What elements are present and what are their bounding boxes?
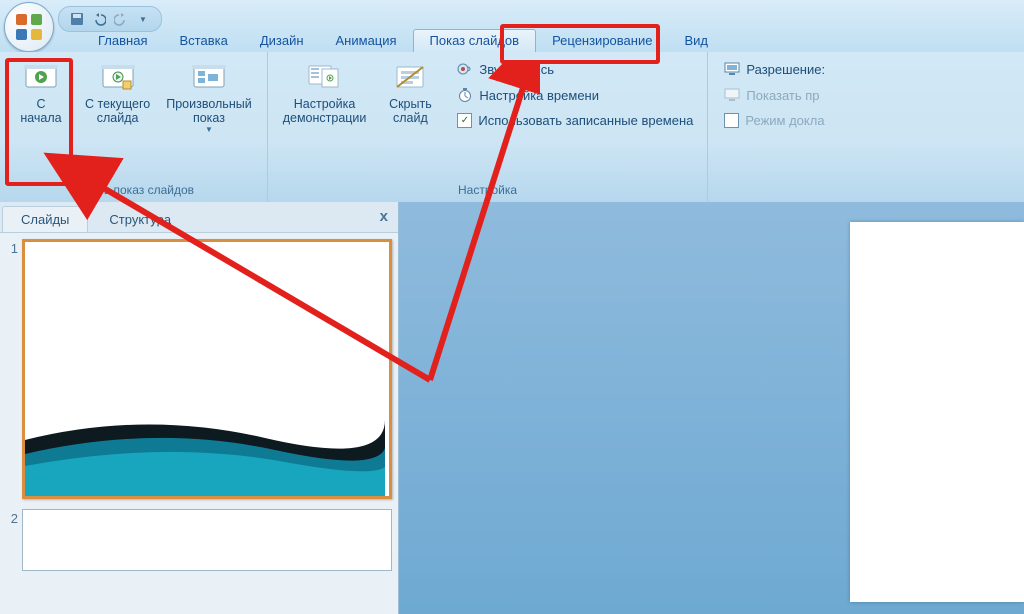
resolution-label: Разрешение: [746, 62, 825, 77]
group-setup-label: Настройка [276, 181, 700, 200]
current-slide[interactable] [850, 222, 1024, 602]
rehearse-label: Настройка времени [479, 88, 599, 103]
record-icon [457, 61, 473, 77]
checkbox-icon: ✓ [457, 113, 472, 128]
thumb-number: 1 [2, 239, 18, 499]
presenter-view-label: Режим докла [745, 113, 824, 128]
thumb-preview [22, 239, 392, 499]
office-button[interactable] [4, 2, 54, 52]
from-beginning-button[interactable]: С начала [6, 56, 76, 181]
tab-animation[interactable]: Анимация [320, 30, 413, 52]
slide-panel: Слайды Структура x 1 2 [0, 202, 399, 614]
thumbnail-2[interactable]: 2 [2, 509, 392, 571]
tab-review[interactable]: Рецензирование [536, 30, 668, 52]
office-logo-icon [13, 11, 45, 43]
tab-design[interactable]: Дизайн [244, 30, 320, 52]
from-current-label: С текущего слайда [85, 97, 150, 125]
titlebar: ▼ Главная Вставка Дизайн Анимация Показ … [0, 0, 1024, 52]
ribbon-tabs: Главная Вставка Дизайн Анимация Показ сл… [82, 30, 724, 52]
use-timings-checkbox[interactable]: ✓ Использовать записанные времена [453, 110, 697, 131]
setup-icon [308, 61, 342, 95]
workspace: Слайды Структура x 1 2 [0, 202, 1024, 614]
thumb-preview [22, 509, 392, 571]
show-on-label: Показать пр [746, 88, 819, 103]
from-current-icon [101, 61, 135, 95]
tab-view[interactable]: Вид [668, 30, 724, 52]
qat-customize-icon[interactable]: ▼ [133, 9, 153, 29]
slide-artwork [25, 410, 385, 496]
clock-icon [457, 87, 473, 103]
monitor2-icon [724, 87, 740, 103]
monitor-icon [724, 61, 740, 77]
panel-close-button[interactable]: x [380, 208, 388, 225]
ribbon-group-setup: Настройка демонстрации Скрыть слайд Звук… [268, 52, 709, 202]
ribbon-group-start: С начала С текущего слайда Произвольный … [0, 52, 268, 202]
panel-tabs: Слайды Структура x [0, 202, 398, 233]
editor-stage[interactable] [399, 202, 1024, 614]
show-on-row: Показать пр [720, 84, 1016, 106]
qat-redo-icon[interactable] [111, 9, 131, 29]
panel-tab-slides[interactable]: Слайды [2, 206, 88, 232]
ribbon-group-monitors: Разрешение: Показать пр . Режим докла [708, 52, 1024, 202]
quick-access-toolbar: ▼ [58, 6, 162, 32]
rehearse-timings-button[interactable]: Настройка времени [453, 84, 697, 106]
use-timings-label: Использовать записанные времена [478, 113, 693, 128]
thumb-number: 2 [2, 509, 18, 571]
tab-slideshow[interactable]: Показ слайдов [413, 29, 537, 52]
tab-insert[interactable]: Вставка [163, 30, 243, 52]
presenter-view-row: . Режим докла [720, 110, 1016, 131]
thumbnail-list[interactable]: 1 2 [0, 233, 398, 614]
ribbon: С начала С текущего слайда Произвольный … [0, 52, 1024, 203]
qat-save-icon[interactable] [67, 9, 87, 29]
group-start-label: Начать показ слайдов [6, 181, 259, 200]
from-beginning-label: С начала [20, 97, 61, 125]
custom-show-button[interactable]: Произвольный показ ▼ [159, 56, 258, 181]
from-current-button[interactable]: С текущего слайда [78, 56, 157, 181]
group-monitors-label [716, 131, 1016, 150]
qat-undo-icon[interactable] [89, 9, 109, 29]
setup-label: Настройка демонстрации [283, 97, 367, 125]
record-narration-button[interactable]: Звукозапись [453, 58, 697, 80]
resolution-row[interactable]: Разрешение: [720, 58, 1016, 80]
chevron-down-icon: ▼ [205, 125, 213, 134]
panel-tab-outline[interactable]: Структура [90, 206, 190, 232]
thumbnail-1[interactable]: 1 [2, 239, 392, 499]
tab-home[interactable]: Главная [82, 30, 163, 52]
record-label: Звукозапись [479, 62, 554, 77]
hide-slide-icon [393, 61, 427, 95]
hide-slide-button[interactable]: Скрыть слайд [375, 56, 445, 181]
custom-show-icon [192, 61, 226, 95]
custom-show-label: Произвольный показ [166, 97, 251, 125]
from-beginning-icon [24, 61, 58, 95]
hide-slide-label: Скрыть слайд [389, 97, 432, 125]
checkbox-empty-icon: . [724, 113, 739, 128]
setup-button[interactable]: Настройка демонстрации [276, 56, 374, 181]
